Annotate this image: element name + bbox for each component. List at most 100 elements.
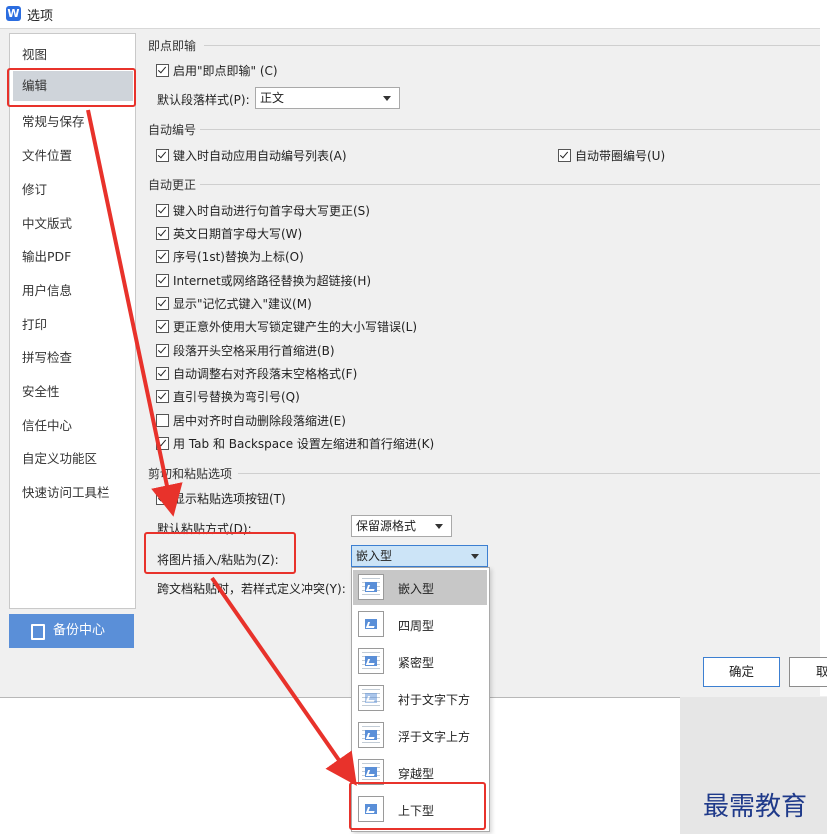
checkbox-label: 自动带圈编号(U) xyxy=(575,149,666,163)
option-label: 浮于文字上方 xyxy=(398,730,471,744)
checkbox-box[interactable] xyxy=(156,437,169,450)
sidebar-item-revision[interactable]: 修订 xyxy=(22,179,47,198)
checkbox-box[interactable] xyxy=(156,344,169,357)
autocorrect-item[interactable]: 段落开头空格采用行首缩进(B) xyxy=(156,342,335,359)
sidebar-item-user-info[interactable]: 用户信息 xyxy=(22,280,72,299)
checkbox-label: 用 Tab 和 Backspace 设置左缩进和首行缩进(K) xyxy=(173,437,435,451)
watermark-text: 最需教育 xyxy=(703,792,808,822)
autocorrect-item[interactable]: 用 Tab 和 Backspace 设置左缩进和首行缩进(K) xyxy=(156,435,434,452)
checkbox-box[interactable] xyxy=(156,367,169,380)
enable-click-and-type-checkbox[interactable]: 启用"即点即输" (C) xyxy=(156,62,278,79)
chevron-down-icon xyxy=(383,96,391,101)
default-paste-select[interactable]: 保留源格式 xyxy=(351,515,452,537)
select-value: 正文 xyxy=(260,91,285,105)
wrap-inline-icon xyxy=(358,574,384,600)
sidebar-item-customize-ribbon[interactable]: 自定义功能区 xyxy=(22,448,97,467)
insert-picture-select[interactable]: 嵌入型 xyxy=(351,545,488,567)
checkbox-label: 居中对齐时自动删除段落缩进(E) xyxy=(173,414,346,428)
sidebar-item-trust-center[interactable]: 信任中心 xyxy=(22,415,72,434)
checkbox-label: 直引号替换为弯引号(Q) xyxy=(173,390,300,404)
option-label: 穿越型 xyxy=(398,767,435,781)
checkbox-box[interactable] xyxy=(156,414,169,427)
cross-doc-paste-label: 跨文档粘贴时，若样式定义冲突(Y): xyxy=(157,582,346,596)
sidebar-item-quick-access[interactable]: 快速访问工具栏 xyxy=(22,482,110,501)
cancel-button[interactable]: 取 xyxy=(789,657,827,687)
checkbox-box[interactable] xyxy=(156,274,169,287)
dropdown-option-tight[interactable]: 紧密型 xyxy=(353,644,487,679)
checkbox-label: 更正意外使用大写锁定键产生的大小写错误(L) xyxy=(173,320,418,334)
checkbox-box[interactable] xyxy=(156,204,169,217)
autocorrect-item[interactable]: 直引号替换为弯引号(Q) xyxy=(156,388,300,405)
autocorrect-item[interactable]: 更正意外使用大写锁定键产生的大小写错误(L) xyxy=(156,318,417,335)
section-title-click-and-type: 即点即输 xyxy=(148,39,197,53)
section-title-auto-numbering: 自动编号 xyxy=(148,123,197,137)
sidebar-item-security[interactable]: 安全性 xyxy=(22,381,60,400)
checkbox-label: 段落开头空格采用行首缩进(B) xyxy=(173,344,335,358)
autocorrect-item[interactable]: Internet或网络路径替换为超链接(H) xyxy=(156,272,371,289)
option-label: 衬于文字下方 xyxy=(398,693,471,707)
checkbox-label: 键入时自动应用自动编号列表(A) xyxy=(173,149,347,163)
checkbox-box[interactable] xyxy=(156,64,169,77)
autocorrect-item[interactable]: 自动调整右对齐段落末空格格式(F) xyxy=(156,365,357,382)
autocorrect-item[interactable]: 居中对齐时自动删除段落缩进(E) xyxy=(156,412,346,429)
section-divider xyxy=(200,129,820,130)
section-divider xyxy=(204,45,820,46)
checkbox-label: Internet或网络路径替换为超链接(H) xyxy=(173,274,372,288)
auto-circled-number-checkbox[interactable]: 自动带圈编号(U) xyxy=(558,147,665,164)
section-divider xyxy=(200,184,820,185)
autocorrect-item[interactable]: 序号(1st)替换为上标(O) xyxy=(156,248,304,265)
autocorrect-item[interactable]: 键入时自动进行句首字母大写更正(S) xyxy=(156,202,370,219)
checkbox-box[interactable] xyxy=(156,320,169,333)
select-value: 嵌入型 xyxy=(356,549,393,563)
dropdown-option-behind-text[interactable]: 衬于文字下方 xyxy=(353,681,487,716)
title-bar xyxy=(0,0,827,28)
annotation-box-top-bottom xyxy=(349,782,486,830)
backup-icon xyxy=(31,624,45,640)
sidebar-item-general-save[interactable]: 常规与保存 xyxy=(22,111,85,130)
right-edge xyxy=(820,28,827,696)
autocorrect-item[interactable]: 显示"记忆式键入"建议(M) xyxy=(156,295,312,312)
checkbox-box[interactable] xyxy=(156,250,169,263)
wrap-in-front-icon xyxy=(358,722,384,748)
option-label: 紧密型 xyxy=(398,656,435,670)
chevron-down-icon xyxy=(471,554,479,559)
checkbox-box[interactable] xyxy=(156,390,169,403)
sidebar-item-export-pdf[interactable]: 输出PDF xyxy=(22,246,71,265)
default-paragraph-style-select[interactable]: 正文 xyxy=(255,87,400,109)
checkbox-label: 序号(1st)替换为上标(O) xyxy=(173,250,304,264)
checkbox-box[interactable] xyxy=(156,227,169,240)
dropdown-option-inline[interactable]: 嵌入型 xyxy=(353,570,487,605)
checkbox-label: 键入时自动进行句首字母大写更正(S) xyxy=(173,204,370,218)
autocorrect-item[interactable]: 英文日期首字母大写(W) xyxy=(156,225,302,242)
checkbox-box[interactable] xyxy=(156,149,169,162)
auto-number-list-checkbox[interactable]: 键入时自动应用自动编号列表(A) xyxy=(156,147,347,164)
section-title-autocorrect: 自动更正 xyxy=(148,178,197,192)
sidebar-item-spell-check[interactable]: 拼写检查 xyxy=(22,347,72,366)
select-value: 保留源格式 xyxy=(356,519,417,533)
sidebar-item-print[interactable]: 打印 xyxy=(22,314,47,333)
checkbox-label: 启用"即点即输" (C) xyxy=(173,64,278,78)
checkbox-box[interactable] xyxy=(156,492,169,505)
sidebar-item-chinese-layout[interactable]: 中文版式 xyxy=(22,213,72,232)
show-paste-options-checkbox[interactable]: 显示粘贴选项按钮(T) xyxy=(156,490,286,507)
backup-center-label: 备份中心 xyxy=(53,623,106,638)
window-title: 选项 xyxy=(27,9,54,24)
dropdown-option-square[interactable]: 四周型 xyxy=(353,607,487,642)
checkbox-box[interactable] xyxy=(558,149,571,162)
app-w-icon: W xyxy=(6,6,21,21)
wrap-tight-icon xyxy=(358,648,384,674)
checkbox-label: 显示粘贴选项按钮(T) xyxy=(173,492,286,506)
option-label: 四周型 xyxy=(398,619,435,633)
category-sidebar: 视图 编辑 常规与保存 文件位置 修订 中文版式 输出PDF 用户信息 打印 拼… xyxy=(9,33,136,609)
checkbox-label: 显示"记忆式键入"建议(M) xyxy=(173,297,312,311)
wrap-square-icon xyxy=(358,611,384,637)
sidebar-item-file-location[interactable]: 文件位置 xyxy=(22,145,72,164)
dropdown-option-in-front-of-text[interactable]: 浮于文字上方 xyxy=(353,718,487,753)
default-paragraph-style-label: 默认段落样式(P): xyxy=(157,93,250,107)
checkbox-box[interactable] xyxy=(156,297,169,310)
section-divider xyxy=(238,473,820,474)
annotation-box-insert-picture xyxy=(144,532,296,574)
backup-center-button[interactable]: 备份中心 xyxy=(9,614,134,648)
sidebar-item-view[interactable]: 视图 xyxy=(22,44,47,63)
ok-button[interactable]: 确定 xyxy=(703,657,780,687)
